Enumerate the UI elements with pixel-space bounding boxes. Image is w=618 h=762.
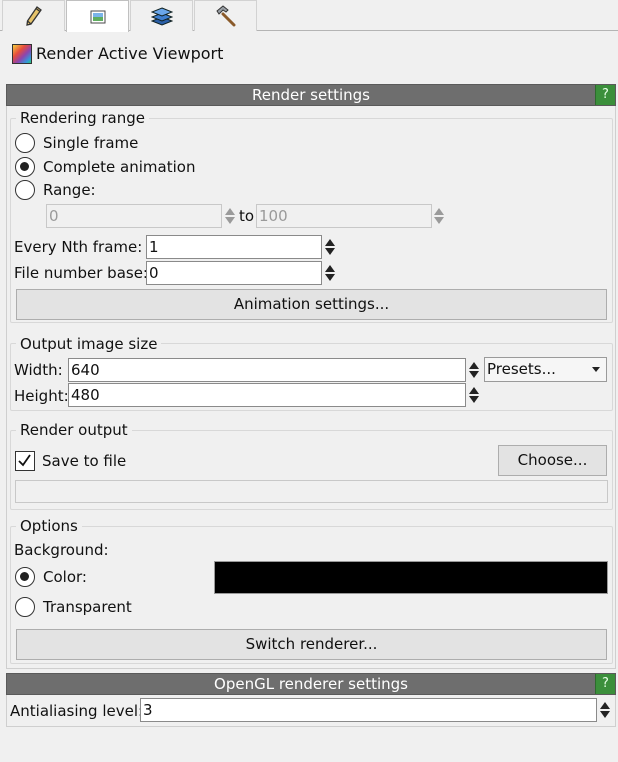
height-spinner[interactable] [466, 383, 482, 407]
antialiasing-level-input[interactable]: 3 [140, 698, 597, 722]
range-from-spinner[interactable] [222, 204, 238, 228]
range-radio[interactable] [15, 180, 35, 200]
group-title: Rendering range [16, 110, 149, 126]
group-title: Render output [16, 422, 132, 438]
save-to-file-label: Save to file [42, 452, 127, 470]
chevron-down-icon [592, 367, 600, 372]
help-button[interactable]: ? [595, 85, 615, 105]
tab-utilities[interactable] [194, 0, 257, 31]
opengl-settings-header: OpenGL renderer settings ? [6, 673, 616, 695]
help-button[interactable]: ? [595, 674, 615, 694]
complete-animation-radio[interactable] [15, 157, 35, 177]
tab-overlays[interactable] [130, 0, 193, 31]
presets-label: Presets... [487, 360, 556, 378]
range-to-input[interactable]: 100 [256, 204, 432, 228]
range-from-input[interactable]: 0 [46, 204, 222, 228]
antialiasing-level-spinner[interactable] [597, 698, 613, 722]
checkmark-icon [18, 454, 31, 467]
switch-renderer-button[interactable]: Switch renderer... [16, 629, 607, 660]
transparent-radio[interactable] [15, 597, 35, 617]
complete-animation-label: Complete animation [43, 158, 196, 176]
tab-render[interactable] [66, 0, 129, 32]
render-icon [90, 10, 105, 23]
hammer-icon [215, 5, 235, 27]
render-active-icon[interactable] [12, 44, 32, 64]
group-title: Output image size [16, 336, 162, 352]
width-input[interactable]: 640 [68, 358, 466, 382]
output-filename-field [15, 480, 608, 503]
group-title: Options [16, 518, 82, 534]
background-color-swatch[interactable] [214, 561, 608, 594]
pencil-icon [25, 6, 42, 26]
render-active-viewport-button[interactable]: Render Active Viewport [36, 44, 223, 63]
height-label: Height: [14, 387, 69, 405]
height-input[interactable]: 480 [68, 383, 466, 407]
antialiasing-level-label: Antialiasing level: [10, 702, 144, 720]
layers-icon [150, 7, 173, 26]
color-label: Color: [43, 568, 87, 586]
every-nth-frame-input[interactable]: 1 [146, 235, 322, 259]
every-nth-frame-label: Every Nth frame: [14, 238, 143, 256]
file-number-base-input[interactable]: 0 [146, 261, 322, 285]
background-label: Background: [14, 541, 109, 559]
range-label: Range: [43, 181, 96, 199]
width-label: Width: [14, 361, 63, 379]
every-nth-frame-spinner[interactable] [322, 235, 338, 259]
animation-settings-button[interactable]: Animation settings... [16, 289, 607, 320]
presets-dropdown[interactable]: Presets... [484, 357, 607, 382]
file-number-base-label: File number base: [14, 264, 148, 282]
transparent-label: Transparent [43, 598, 132, 616]
to-label: to [239, 207, 255, 225]
save-to-file-checkbox[interactable] [15, 451, 35, 471]
single-frame-radio[interactable] [15, 133, 35, 153]
section-title: Render settings [252, 86, 370, 104]
section-title: OpenGL renderer settings [214, 675, 408, 693]
range-to-spinner[interactable] [431, 204, 447, 228]
tab-edit[interactable] [2, 0, 65, 31]
choose-button[interactable]: Choose... [498, 445, 607, 476]
color-radio[interactable] [15, 567, 35, 587]
file-number-base-spinner[interactable] [322, 261, 338, 285]
width-spinner[interactable] [466, 358, 482, 382]
single-frame-label: Single frame [43, 134, 139, 152]
render-settings-header: Render settings ? [6, 84, 616, 106]
